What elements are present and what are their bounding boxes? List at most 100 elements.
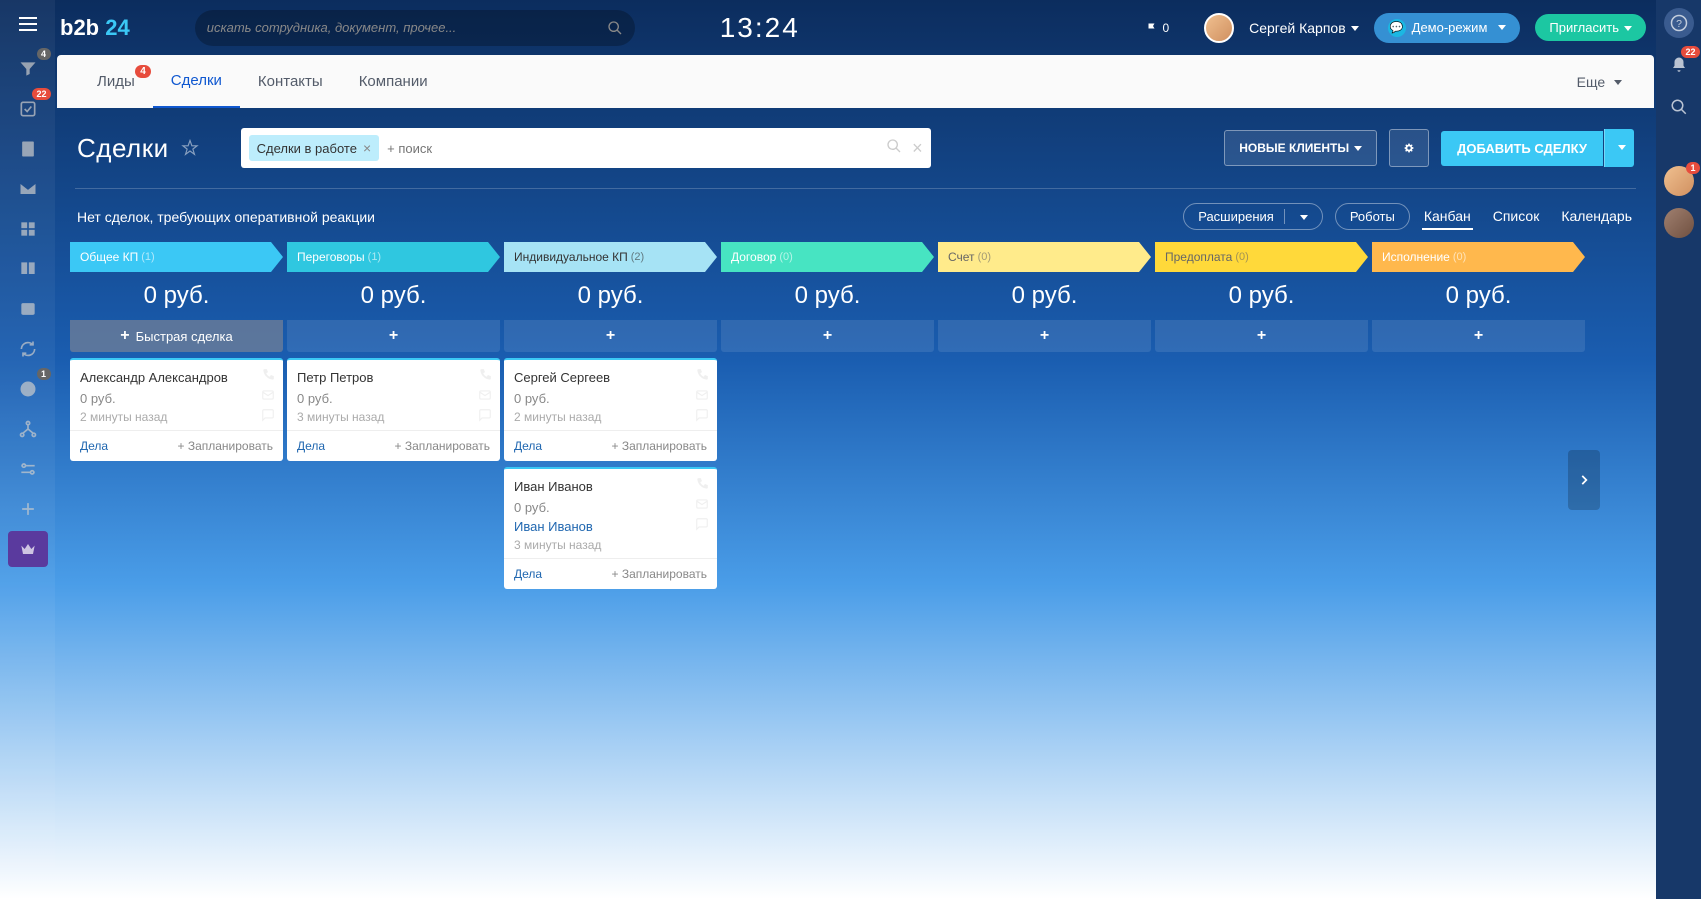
sidebar-funnel[interactable]: 4: [8, 51, 48, 87]
filter-tag[interactable]: Сделки в работе×: [249, 135, 380, 161]
add-deal-dropdown[interactable]: [1604, 129, 1634, 167]
settings-button[interactable]: [1389, 129, 1429, 167]
user-avatar[interactable]: [1204, 13, 1234, 43]
card-time: 3 минуты назад: [514, 538, 707, 552]
view-Список[interactable]: Список: [1491, 204, 1542, 230]
chat-icon[interactable]: [261, 408, 275, 422]
sidebar-apps[interactable]: [8, 211, 48, 247]
notifications-button[interactable]: 22: [1664, 50, 1694, 80]
filter-input[interactable]: [379, 141, 886, 156]
add-card-button[interactable]: +: [287, 320, 500, 352]
sidebar-sync[interactable]: [8, 331, 48, 367]
deal-card[interactable]: Петр Петров0 руб.3 минуты назадДела+ Зап…: [287, 358, 500, 461]
phone-icon[interactable]: [695, 477, 709, 491]
deal-card[interactable]: Александр Александров0 руб.2 минуты наза…: [70, 358, 283, 461]
sidebar-plus[interactable]: [8, 491, 48, 527]
phone-icon[interactable]: [695, 368, 709, 382]
card-tasks-link[interactable]: Дела: [514, 439, 542, 453]
card-time: 2 минуты назад: [80, 410, 273, 424]
chat-icon[interactable]: [695, 517, 709, 531]
flag-counter[interactable]: 0: [1146, 21, 1169, 35]
add-card-button[interactable]: +: [504, 320, 717, 352]
tab-Контакты[interactable]: Контакты: [240, 55, 341, 108]
sidebar-book[interactable]: [8, 251, 48, 287]
gear-icon: [1404, 140, 1414, 156]
column-header[interactable]: Общее КП(1): [70, 242, 283, 272]
demo-button[interactable]: 💬 Демо-режим: [1374, 13, 1521, 43]
card-contact-link[interactable]: Иван Иванов: [514, 519, 707, 534]
invite-button[interactable]: Пригласить: [1535, 14, 1646, 41]
tab-Сделки[interactable]: Сделки: [153, 55, 240, 108]
add-deal-button[interactable]: ДОБАВИТЬ СДЕЛКУ: [1441, 131, 1603, 166]
card-price: 0 руб.: [297, 391, 490, 406]
column-header[interactable]: Исполнение(0): [1372, 242, 1585, 272]
search-icon[interactable]: [886, 138, 902, 154]
sidebar-settings[interactable]: [8, 451, 48, 487]
card-price: 0 руб.: [514, 500, 707, 515]
sidebar-contact[interactable]: [8, 291, 48, 327]
mail-icon[interactable]: [695, 388, 709, 402]
robots-button[interactable]: Роботы: [1335, 203, 1410, 230]
tab-Лиды[interactable]: Лиды4: [79, 55, 153, 108]
filter-box[interactable]: Сделки в работе× ×: [241, 128, 931, 168]
add-card-button[interactable]: +: [721, 320, 934, 352]
sidebar-doc[interactable]: [8, 131, 48, 167]
column-header[interactable]: Индивидуальное КП(2): [504, 242, 717, 272]
tab-Компании[interactable]: Компании: [341, 55, 446, 108]
card-plan-link[interactable]: + Запланировать: [611, 567, 707, 581]
column-sum: 0 руб.: [504, 272, 717, 320]
close-icon[interactable]: ×: [363, 140, 371, 156]
mail-icon[interactable]: [478, 388, 492, 402]
card-plan-link[interactable]: + Запланировать: [611, 439, 707, 453]
search-input[interactable]: [207, 20, 607, 35]
sidebar-time[interactable]: 1: [8, 371, 48, 407]
scroll-right-button[interactable]: [1568, 450, 1600, 510]
add-card-button[interactable]: +: [938, 320, 1151, 352]
column-header[interactable]: Договор(0): [721, 242, 934, 272]
sidebar-sitemap[interactable]: [8, 411, 48, 447]
contact-avatar-2[interactable]: [1664, 208, 1694, 238]
global-search[interactable]: [195, 10, 635, 46]
chat-icon: 💬: [1388, 19, 1406, 37]
search-button[interactable]: [1664, 92, 1694, 122]
sidebar-mail[interactable]: [8, 171, 48, 207]
card-tasks-link[interactable]: Дела: [514, 567, 542, 581]
column-header[interactable]: Счет(0): [938, 242, 1151, 272]
phone-icon[interactable]: [261, 368, 275, 382]
star-icon[interactable]: [181, 139, 199, 157]
add-card-button[interactable]: +: [1372, 320, 1585, 352]
user-menu[interactable]: Сергей Карпов: [1249, 20, 1359, 36]
view-Календарь[interactable]: Календарь: [1559, 204, 1634, 230]
tab-more[interactable]: Еще: [1567, 74, 1632, 90]
column-header[interactable]: Предоплата(0): [1155, 242, 1368, 272]
quick-add-button[interactable]: +Быстрая сделка: [70, 320, 283, 352]
logo[interactable]: b2b 24: [60, 15, 130, 41]
hamburger-icon[interactable]: [16, 13, 40, 37]
column-sum: 0 руб.: [70, 272, 283, 320]
card-plan-link[interactable]: + Запланировать: [394, 439, 490, 453]
mail-icon[interactable]: [261, 388, 275, 402]
svg-text:?: ?: [1676, 18, 1682, 30]
card-plan-link[interactable]: + Запланировать: [177, 439, 273, 453]
view-Канбан[interactable]: Канбан: [1422, 204, 1473, 230]
card-tasks-link[interactable]: Дела: [80, 439, 108, 453]
deal-card[interactable]: Сергей Сергеев0 руб.2 минуты назадДела+ …: [504, 358, 717, 461]
card-tasks-link[interactable]: Дела: [297, 439, 325, 453]
extensions-button[interactable]: Расширения: [1183, 203, 1323, 230]
deal-card[interactable]: Иван Иванов0 руб.Иван Иванов3 минуты наз…: [504, 467, 717, 589]
chat-icon[interactable]: [695, 408, 709, 422]
badge: 4: [37, 48, 51, 60]
kanban-column: Общее КП(1)0 руб.+Быстрая сделка Александ…: [70, 242, 283, 589]
column-header[interactable]: Переговоры(1): [287, 242, 500, 272]
sidebar-tasks[interactable]: 22: [8, 91, 48, 127]
sidebar-crown[interactable]: [8, 531, 48, 567]
chat-icon[interactable]: [478, 408, 492, 422]
mail-icon[interactable]: [695, 497, 709, 511]
phone-icon[interactable]: [478, 368, 492, 382]
help-button[interactable]: ?: [1664, 8, 1694, 38]
add-card-button[interactable]: +: [1155, 320, 1368, 352]
contact-avatar-1[interactable]: 1: [1664, 166, 1694, 196]
close-icon[interactable]: ×: [912, 138, 923, 159]
new-clients-button[interactable]: НОВЫЕ КЛИЕНТЫ: [1224, 130, 1377, 166]
page-title: Сделки: [77, 133, 169, 164]
